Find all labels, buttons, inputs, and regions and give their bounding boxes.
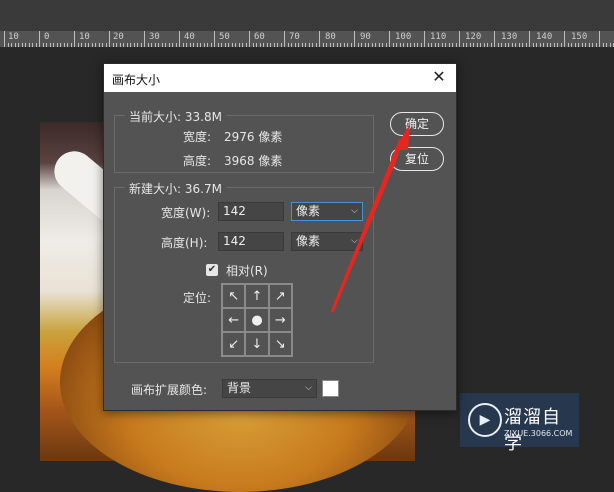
- annotation-arrow-head: [394, 124, 410, 150]
- annotation-arrow-shape: [330, 138, 403, 313]
- annotation-arrow: [330, 124, 410, 313]
